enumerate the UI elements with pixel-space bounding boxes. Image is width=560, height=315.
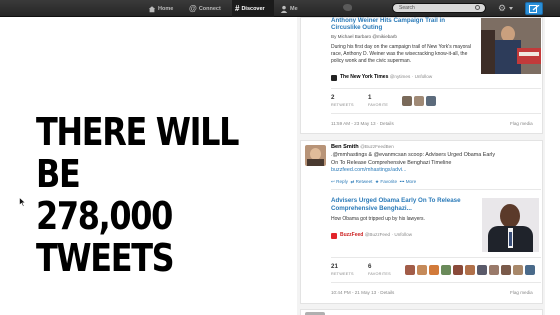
- tweet-text: .@mmhastings & @evanmcsan scoop: Adviser…: [331, 152, 495, 175]
- nav-me-label: Me: [290, 5, 298, 12]
- nav-home[interactable]: Home: [148, 0, 173, 17]
- avatar[interactable]: [426, 96, 436, 106]
- retweet-count-label: RETWEETS: [331, 272, 354, 276]
- favorite-button[interactable]: ★ Favorite: [375, 179, 397, 184]
- card-source: BuzzFeed @BuzzFeed · Unfollow: [340, 232, 413, 238]
- headline-text: THERE WILL BE 278,000 TWEETS: [36, 111, 254, 279]
- avatar[interactable]: [501, 265, 511, 275]
- unfollow-link[interactable]: Unfollow: [394, 232, 412, 237]
- avatar[interactable]: [453, 265, 463, 275]
- unfollow-link[interactable]: Unfollow: [415, 74, 433, 79]
- retweet-button[interactable]: ⇄ Retweet: [350, 179, 372, 184]
- headline-line-2: 278,000 TWEETS: [36, 194, 175, 280]
- nav-discover-label: Discover: [241, 5, 265, 12]
- favorite-count[interactable]: 6: [368, 263, 371, 270]
- top-nav-bar: Home @ Connect # Discover Me Search ⚙: [0, 0, 560, 17]
- details-link[interactable]: Details: [380, 290, 394, 295]
- retweet-count[interactable]: 21: [331, 263, 338, 270]
- search-placeholder: Search: [399, 5, 415, 11]
- source-handle[interactable]: @BuzzFeed: [365, 232, 390, 237]
- source-name[interactable]: BuzzFeed: [340, 232, 363, 238]
- tweet-text-line-1: .@mmhastings & @evanmcsan scoop: Adviser…: [331, 152, 496, 158]
- at-icon: @: [189, 4, 197, 13]
- gear-icon[interactable]: ⚙: [498, 4, 506, 13]
- timestamp-text: 10:44 PM - 21 May 13: [331, 290, 377, 295]
- card-title-line-1[interactable]: Advisers Urged Obama Early On To Release: [331, 197, 461, 205]
- avatar[interactable]: [414, 96, 424, 106]
- tweet-card-next[interactable]: [300, 309, 543, 315]
- flag-media-link[interactable]: Flag media: [510, 121, 533, 126]
- article-title-line-2[interactable]: Circuslike Outing: [331, 24, 382, 32]
- favorite-label: Favorite: [380, 179, 398, 184]
- avatar[interactable]: [305, 145, 326, 166]
- timestamp-text: 11:59 AM - 23 May 13: [331, 121, 376, 126]
- card-summary: How Obama got tripped up by his lawyers.: [331, 216, 425, 222]
- article-byline: By Michael Barbaro @mikiebarb: [331, 34, 397, 39]
- user-icon: [280, 5, 288, 13]
- home-icon: [148, 5, 156, 12]
- tweet-card-nyt[interactable]: Anthony Weiner Hits Campaign Trail in Ci…: [300, 17, 543, 134]
- tweet-card-buzzfeed[interactable]: Ben Smith @BuzzFeedBen .@mmhastings & @e…: [300, 140, 543, 304]
- nav-connect-label: Connect: [198, 5, 221, 12]
- avatar[interactable]: [402, 96, 412, 106]
- divider: [331, 282, 541, 283]
- retweet-label: Retweet: [355, 179, 373, 184]
- reply-button[interactable]: ↩ Reply: [331, 179, 348, 184]
- tweet-text-line-2: On To Release Comprehensive Benghazi Tim…: [331, 159, 452, 166]
- divider: [331, 113, 541, 114]
- retweet-count[interactable]: 2: [331, 94, 334, 101]
- search-input[interactable]: Search: [392, 3, 486, 13]
- more-label: More: [405, 179, 417, 184]
- compose-tweet-button[interactable]: [525, 2, 543, 15]
- avatar[interactable]: [405, 265, 415, 275]
- divider: [331, 88, 541, 89]
- tweet-timestamp: 10:44 PM - 21 May 13 · Details: [331, 290, 395, 295]
- avatar[interactable]: [477, 265, 487, 275]
- favorite-count-label: FAVORITE: [368, 103, 389, 107]
- chevron-down-icon[interactable]: [509, 7, 513, 10]
- article-source: The New York Times @nytimes · Unfollow: [340, 74, 433, 80]
- nav-home-label: Home: [158, 5, 174, 12]
- nav-me[interactable]: Me: [280, 0, 298, 17]
- avatar[interactable]: [489, 265, 499, 275]
- avatar[interactable]: [441, 265, 451, 275]
- retweet-count-label: RETWEETS: [331, 103, 354, 107]
- compose-icon: [529, 5, 540, 13]
- tweet-timestamp: 11:59 AM - 23 May 13 · Details: [331, 121, 394, 126]
- flag-media-link[interactable]: Flag media: [510, 290, 533, 295]
- details-link[interactable]: Details: [380, 121, 394, 126]
- card-title-line-2[interactable]: Comprehensive Benghazi...: [331, 205, 412, 213]
- hashtag-icon: #: [235, 4, 240, 13]
- tweet-author[interactable]: Ben Smith @BuzzFeedBen: [331, 144, 394, 150]
- favorite-count-label: FAVORITES: [368, 272, 391, 276]
- search-icon[interactable]: [475, 5, 480, 10]
- source-handle[interactable]: @nytimes: [390, 74, 411, 79]
- card-thumbnail[interactable]: [482, 198, 539, 252]
- more-button[interactable]: ••• More: [400, 179, 417, 184]
- article-summary: During his first day on the campaign tra…: [331, 44, 471, 65]
- article-thumbnail[interactable]: [481, 18, 541, 74]
- divider: [331, 189, 541, 190]
- mouse-cursor-icon: [19, 197, 26, 207]
- avatar[interactable]: [513, 265, 523, 275]
- author-handle[interactable]: @BuzzFeedBen: [360, 144, 394, 149]
- avatar[interactable]: [417, 265, 427, 275]
- nyt-logo-icon: [331, 75, 337, 81]
- avatar[interactable]: [525, 265, 535, 275]
- nav-discover[interactable]: # Discover: [232, 0, 274, 17]
- headline-line-1: THERE WILL BE: [36, 110, 239, 196]
- tweet-actions: ↩ Reply ⇄ Retweet ★ Favorite ••• More: [331, 179, 416, 185]
- author-name[interactable]: Ben Smith: [331, 144, 359, 150]
- favorite-count[interactable]: 1: [368, 94, 371, 101]
- avatar[interactable]: [465, 265, 475, 275]
- source-name[interactable]: The New York Times: [340, 74, 388, 80]
- reply-label: Reply: [336, 179, 348, 184]
- divider: [331, 257, 541, 258]
- avatar[interactable]: [429, 265, 439, 275]
- nav-connect[interactable]: @ Connect: [189, 0, 221, 17]
- twitter-bird-icon[interactable]: [343, 4, 352, 11]
- buzzfeed-logo-icon: [331, 233, 337, 239]
- tweet-link[interactable]: buzzfeed.com/mhastings/advi...: [331, 167, 495, 175]
